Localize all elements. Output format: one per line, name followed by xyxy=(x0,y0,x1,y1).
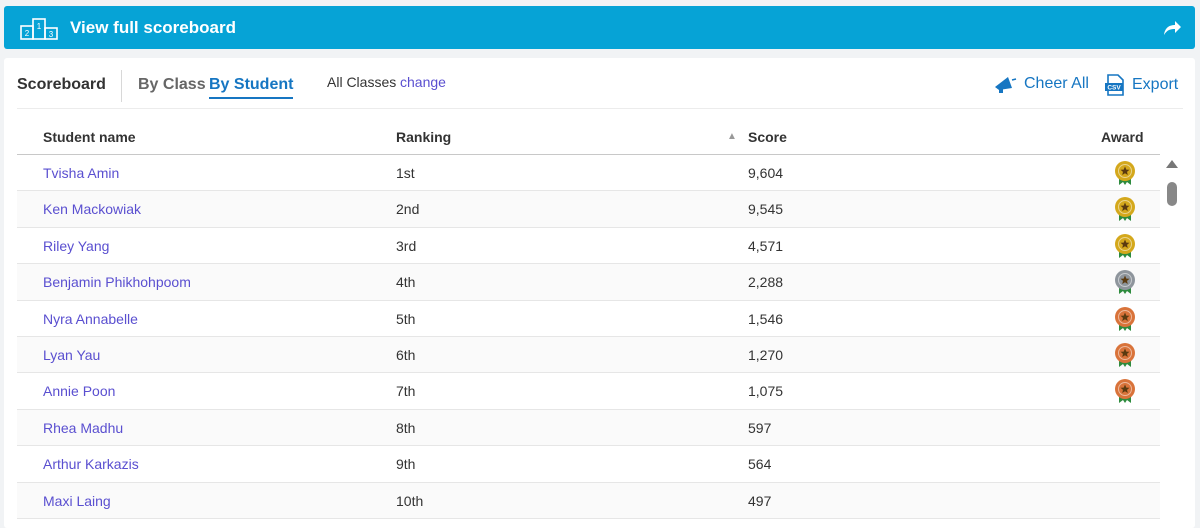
gold-medal-icon xyxy=(1114,196,1136,222)
score-cell: 4,571 xyxy=(748,237,784,254)
student-name-link[interactable]: Maxi Laing xyxy=(43,493,111,509)
student-name-link[interactable]: Benjamin Phikhohpoom xyxy=(43,274,191,290)
scroll-up-arrow-icon[interactable] xyxy=(1166,160,1178,168)
view-full-scoreboard-banner[interactable]: 2 1 3 View full scoreboard xyxy=(4,6,1195,49)
student-scoreboard-table: Student name Ranking ▲ Score Award Tvish… xyxy=(17,118,1160,519)
table-header: Student name Ranking ▲ Score Award xyxy=(17,118,1160,155)
score-cell: 2,288 xyxy=(748,274,784,291)
cheer-all-button[interactable]: Cheer All xyxy=(994,74,1089,94)
table-row: Arthur Karkazis 9th 564 xyxy=(17,446,1160,483)
ranking-cell: 6th xyxy=(396,346,416,363)
csv-icon: CSV xyxy=(1105,74,1124,96)
ranking-cell: 9th xyxy=(396,456,416,473)
sort-ascending-icon[interactable]: ▲ xyxy=(727,131,737,142)
silver-medal-icon xyxy=(1114,269,1136,295)
student-name-link[interactable]: Annie Poon xyxy=(43,383,115,399)
ranking-cell: 2nd xyxy=(396,201,420,218)
gold-medal-icon xyxy=(1114,233,1136,259)
ranking-cell: 4th xyxy=(396,274,416,291)
podium-number-3: 3 xyxy=(49,30,54,39)
scoreboard-toolbar: Scoreboard By Class By Student All Class… xyxy=(4,58,1195,108)
ranking-cell: 7th xyxy=(396,383,416,400)
table-row: Benjamin Phikhohpoom 4th 2,288 xyxy=(17,264,1160,301)
scoreboard-heading: Scoreboard xyxy=(17,76,106,93)
table-row: Tvisha Amin 1st 9,604 xyxy=(17,155,1160,192)
export-button[interactable]: CSV Export xyxy=(1104,74,1178,96)
ranking-cell: 10th xyxy=(396,492,424,509)
table-scrollbar[interactable] xyxy=(1162,158,1180,528)
student-name-link[interactable]: Arthur Karkazis xyxy=(43,456,139,472)
table-body: Tvisha Amin 1st 9,604 Ken Mackowiak 2nd 9,545… xyxy=(17,155,1160,519)
podium-number-1: 1 xyxy=(37,22,42,31)
cheer-all-label: Cheer All xyxy=(1024,75,1089,92)
score-cell: 9,545 xyxy=(748,201,784,218)
student-name-link[interactable]: Nyra Annabelle xyxy=(43,311,138,327)
table-row: Rhea Madhu 8th 597 xyxy=(17,409,1160,447)
tab-by-class[interactable]: By Class xyxy=(138,76,206,94)
column-header-student-name[interactable]: Student name xyxy=(43,129,136,145)
tab-by-student[interactable]: By Student xyxy=(209,76,294,99)
class-filter-change-link[interactable]: change xyxy=(400,74,446,90)
svg-text:CSV: CSV xyxy=(1107,85,1121,92)
podium-icon: 2 1 3 xyxy=(20,16,60,40)
table-row: Maxi Laing 10th 497 xyxy=(17,482,1160,519)
score-cell: 564 xyxy=(748,456,772,473)
column-header-ranking[interactable]: Ranking xyxy=(396,129,451,145)
student-name-link[interactable]: Rhea Madhu xyxy=(43,420,123,436)
score-cell: 9,604 xyxy=(748,165,784,181)
table-row: Lyan Yau 6th 1,270 xyxy=(17,336,1160,374)
bronze-medal-icon xyxy=(1114,306,1136,332)
table-row: Ken Mackowiak 2nd 9,545 xyxy=(17,191,1160,228)
student-name-link[interactable]: Ken Mackowiak xyxy=(43,201,141,217)
share-arrow-icon[interactable] xyxy=(1161,17,1183,39)
toolbar-separator xyxy=(17,108,1183,109)
score-cell: 1,546 xyxy=(748,310,784,327)
student-name-link[interactable]: Lyan Yau xyxy=(43,347,100,363)
export-label: Export xyxy=(1132,76,1179,93)
score-cell: 497 xyxy=(748,492,772,509)
scrollbar-thumb[interactable] xyxy=(1167,182,1177,206)
gold-medal-icon xyxy=(1114,160,1136,186)
class-filter-label: All Classes xyxy=(327,74,397,90)
score-cell: 1,270 xyxy=(748,346,784,363)
ranking-cell: 3rd xyxy=(396,237,417,254)
ranking-cell: 1st xyxy=(396,165,415,181)
ranking-cell: 8th xyxy=(396,419,416,436)
student-name-link[interactable]: Tvisha Amin xyxy=(43,165,119,181)
megaphone-icon xyxy=(995,77,1017,93)
score-cell: 1,075 xyxy=(748,383,784,400)
table-row: Nyra Annabelle 5th 1,546 xyxy=(17,301,1160,337)
bronze-medal-icon xyxy=(1114,342,1136,368)
bronze-medal-icon xyxy=(1114,378,1136,404)
column-header-score[interactable]: Score xyxy=(748,129,787,145)
podium-number-2: 2 xyxy=(25,29,30,38)
scoreboard-panel: Scoreboard By Class By Student All Class… xyxy=(4,58,1195,528)
column-header-award: Award xyxy=(1101,129,1144,145)
student-name-link[interactable]: Riley Yang xyxy=(43,238,109,254)
table-row: Annie Poon 7th 1,075 xyxy=(17,373,1160,410)
banner-title: View full scoreboard xyxy=(70,17,236,37)
ranking-cell: 5th xyxy=(396,310,416,327)
score-cell: 597 xyxy=(748,419,772,436)
toolbar-divider xyxy=(121,70,122,102)
table-row: Riley Yang 3rd 4,571 xyxy=(17,228,1160,265)
